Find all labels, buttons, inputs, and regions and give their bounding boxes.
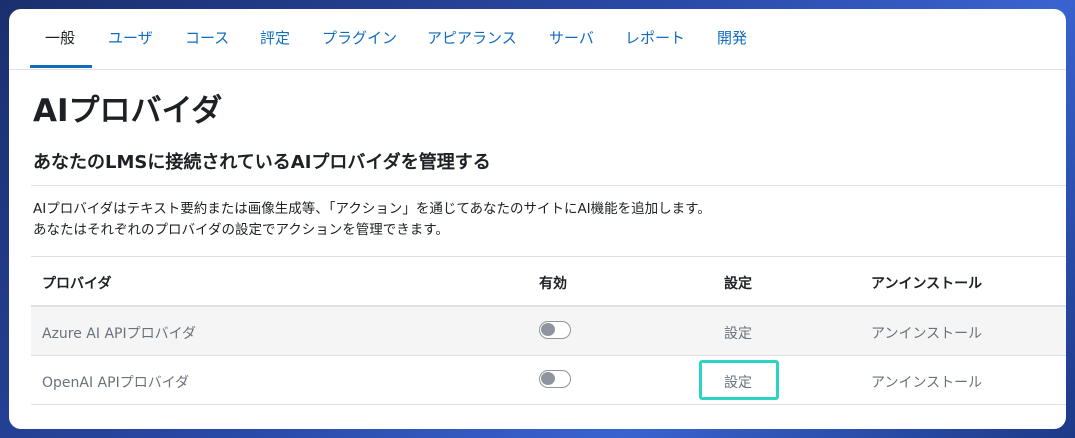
settings-link[interactable]: 設定 (724, 323, 752, 343)
table-row: Azure AI APIプロバイダ 設定 アンインストール (31, 307, 1066, 356)
tab-general[interactable]: 一般 (45, 27, 75, 48)
tab-server[interactable]: サーバ (549, 27, 594, 48)
settings-highlight-box (699, 360, 779, 400)
tab-courses[interactable]: コース (185, 27, 229, 48)
toggle-knob (541, 323, 555, 336)
tab-users[interactable]: ユーザ (108, 27, 153, 48)
tab-plugins[interactable]: プラグイン (322, 27, 397, 48)
tab-development[interactable]: 開発 (717, 27, 747, 48)
table-row: OpenAI APIプロバイダ 設定 アンインストール (31, 356, 1066, 405)
divider (31, 185, 1066, 186)
uninstall-link[interactable]: アンインストール (871, 323, 982, 343)
description-line-2: あなたはそれぞれのプロバイダの設定でアクションを管理できます。 (33, 222, 449, 238)
page-subtitle: あなたのLMSに接続されているAIプロバイダを管理する (33, 152, 491, 173)
provider-name: OpenAI APIプロバイダ (42, 375, 190, 391)
header-settings: 設定 (724, 276, 752, 292)
description: AIプロバイダはテキスト要約または画像生成等、「アクション」を通じてあなたのサイ… (33, 199, 711, 241)
header-enabled: 有効 (539, 276, 567, 292)
page-title: AIプロバイダ (33, 93, 223, 129)
toggle-knob (541, 372, 555, 385)
description-line-1: AIプロバイダはテキスト要約または画像生成等、「アクション」を通じてあなたのサイ… (33, 201, 711, 217)
providers-table: プロバイダ 有効 設定 アンインストール Azure AI APIプロバイダ 設… (31, 256, 1066, 405)
tab-reports[interactable]: レポート (625, 27, 685, 48)
tab-appearance[interactable]: アピアランス (427, 27, 517, 48)
enable-toggle[interactable] (539, 370, 571, 388)
header-provider: プロバイダ (42, 276, 112, 292)
main-card: 一般 ユーザ コース 評定 プラグイン アピアランス サーバ レポート 開発 A… (9, 9, 1066, 429)
enable-toggle[interactable] (539, 321, 571, 339)
tab-grades[interactable]: 評定 (260, 27, 290, 48)
admin-tabs: 一般 ユーザ コース 評定 プラグイン アピアランス サーバ レポート 開発 (9, 9, 1066, 70)
header-uninstall: アンインストール (871, 276, 983, 292)
provider-name: Azure AI APIプロバイダ (42, 326, 197, 342)
table-header-row: プロバイダ 有効 設定 アンインストール (31, 256, 1066, 307)
active-tab-indicator (30, 65, 92, 68)
uninstall-link[interactable]: アンインストール (871, 372, 982, 392)
